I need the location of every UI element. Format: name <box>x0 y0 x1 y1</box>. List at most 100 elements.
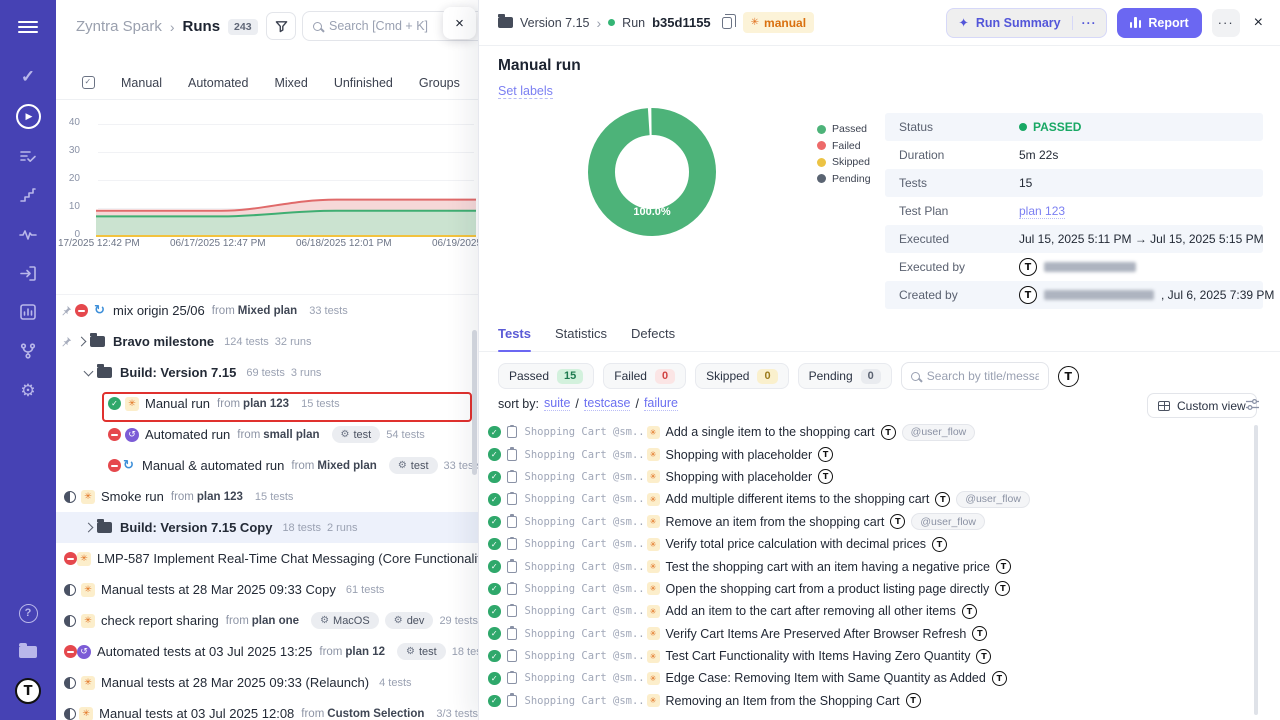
test-case-row[interactable]: ✓Shopping Cart @sm...✳Test the shopping … <box>479 555 1280 577</box>
tab-manual[interactable]: Manual <box>121 76 162 90</box>
chevron-right-icon[interactable] <box>77 337 87 347</box>
test-case-row[interactable]: ✓Shopping Cart @sm...✳Edge Case: Removin… <box>479 667 1280 689</box>
run-row[interactable]: ✳ Manual tests at 28 Mar 2025 09:33 Copy… <box>56 574 478 605</box>
tab-mixed[interactable]: Mixed <box>274 76 307 90</box>
run-title: Manual tests at 28 Mar 2025 09:33 (Relau… <box>101 675 369 690</box>
test-case-row[interactable]: ✓Shopping Cart @sm...✳Open the shopping … <box>479 578 1280 600</box>
run-summary-more[interactable]: ··· <box>1072 16 1106 30</box>
assignee-avatar[interactable]: T <box>995 581 1010 596</box>
list-check-icon[interactable] <box>0 141 56 171</box>
assignee-avatar[interactable]: T <box>818 469 833 484</box>
test-case-row[interactable]: ✓Shopping Cart @sm...✳Verify total price… <box>479 533 1280 555</box>
test-case-row[interactable]: ✓Shopping Cart @sm...✳Test Cart Function… <box>479 645 1280 667</box>
status-in-progress-icon <box>64 584 76 596</box>
test-case-row[interactable]: ✓Shopping Cart @sm...✳Verify Cart Items … <box>479 623 1280 645</box>
milestones-steps-icon[interactable] <box>0 180 56 210</box>
set-labels-link[interactable]: Set labels <box>498 84 553 99</box>
manual-run-icon: ✳ <box>81 676 95 690</box>
copy-icon[interactable] <box>722 17 732 29</box>
tests-search-input[interactable] <box>927 369 1039 383</box>
run-row[interactable]: ↻ mix origin 25/06 from Mixed plan 33 te… <box>56 295 478 326</box>
settings-gear-icon[interactable]: ⚙ <box>0 376 56 406</box>
test-title: Verify Cart Items Are Preserved After Br… <box>666 627 967 641</box>
assignee-avatar[interactable]: T <box>935 492 950 507</box>
tab-unfinished[interactable]: Unfinished <box>334 76 393 90</box>
activity-pulse-icon[interactable] <box>0 219 56 249</box>
testlist-scrollbar[interactable] <box>1254 425 1258 715</box>
test-plan-link[interactable]: plan 123 <box>1019 204 1065 219</box>
run-row[interactable]: ✳ Manual tests at 03 Jul 2025 12:08 from… <box>56 698 478 720</box>
assignee-avatar[interactable]: T <box>976 649 991 664</box>
filter-passed[interactable]: Passed15 <box>498 363 594 389</box>
play-circle-icon[interactable]: ▶ <box>0 101 56 131</box>
run-summary-button[interactable]: ✦Run Summary ··· <box>946 8 1106 38</box>
chevron-down-icon[interactable] <box>84 366 94 376</box>
test-runs-exit-icon[interactable] <box>0 258 56 288</box>
folder-row[interactable]: Bravo milestone 124 tests 32 runs <box>56 326 478 357</box>
test-case-row[interactable]: ✓Shopping Cart @sm...✳Remove an item fro… <box>479 511 1280 533</box>
assignee-avatar[interactable]: T <box>932 537 947 552</box>
gear-icon: ⚙ <box>394 615 403 626</box>
filter-pending[interactable]: Pending0 <box>798 363 892 389</box>
run-row[interactable]: ✳ LMP-587 Implement Real-Time Chat Messa… <box>56 543 478 574</box>
assignee-avatar[interactable]: T <box>906 693 921 708</box>
project-name[interactable]: Zyntra Spark <box>76 18 162 35</box>
filter-button[interactable] <box>266 12 296 40</box>
sort-by-suite[interactable]: suite <box>544 396 570 411</box>
assignee-avatar[interactable]: T <box>890 514 905 529</box>
assignee-filter-avatar[interactable]: T <box>1058 366 1079 387</box>
assignee-avatar[interactable]: T <box>818 447 833 462</box>
test-case-row[interactable]: ✓Shopping Cart @sm...✳Add an item to the… <box>479 600 1280 622</box>
checkmark-icon[interactable]: ✓ <box>0 62 56 92</box>
test-case-row[interactable]: ✓Shopping Cart @sm...✳Shopping with plac… <box>479 466 1280 488</box>
folder-row[interactable]: Build: Version 7.15 69 tests 3 runs <box>56 357 478 388</box>
test-case-row[interactable]: ✓Shopping Cart @sm...✳Removing an Item f… <box>479 690 1280 712</box>
run-row[interactable]: ↺ Automated run from small plan ⚙test 54… <box>56 419 478 450</box>
test-title: Removing an Item from the Shopping Cart <box>666 694 900 708</box>
test-case-row[interactable]: ✓Shopping Cart @sm...✳Shopping with plac… <box>479 443 1280 465</box>
branch-icon[interactable] <box>0 336 56 366</box>
run-row[interactable]: ↺ Automated tests at 03 Jul 2025 13:25 f… <box>56 636 478 667</box>
assignee-avatar[interactable]: T <box>962 604 977 619</box>
chevron-right-icon[interactable] <box>84 523 94 533</box>
tab-groups[interactable]: Groups <box>419 76 460 90</box>
folder-row-highlighted[interactable]: Build: Version 7.15 Copy 18 tests 2 runs <box>56 512 478 543</box>
user-avatar[interactable]: T <box>0 676 56 706</box>
select-all-icon[interactable] <box>82 76 95 89</box>
close-button[interactable]: × <box>1250 14 1267 32</box>
manual-icon: ✳ <box>647 493 660 506</box>
run-row[interactable]: ↻ Manual & automated run from Mixed plan… <box>56 450 478 481</box>
tab-defects[interactable]: Defects <box>631 326 675 351</box>
run-row[interactable]: ✳ Manual tests at 28 Mar 2025 09:33 (Rel… <box>56 667 478 698</box>
test-case-row[interactable]: ✓Shopping Cart @sm...✳Add multiple diffe… <box>479 488 1280 510</box>
menu-icon[interactable] <box>0 12 56 42</box>
assignee-avatar[interactable]: T <box>972 626 987 641</box>
drawer-scrollbar[interactable] <box>472 330 477 475</box>
sliders-icon[interactable] <box>1245 398 1260 411</box>
sort-by-failure[interactable]: failure <box>644 396 678 411</box>
assignee-avatar[interactable]: T <box>992 671 1007 686</box>
crumb-folder[interactable]: Version 7.15 <box>520 16 590 30</box>
automated-run-icon: ↺ <box>77 645 91 659</box>
run-row-selected[interactable]: ✓ ✳ Manual run from plan 123 15 tests <box>56 388 478 419</box>
reports-chart-icon[interactable] <box>0 297 56 327</box>
test-case-row[interactable]: ✓Shopping Cart @sm...✳Add a single item … <box>479 421 1280 443</box>
filter-skipped[interactable]: Skipped0 <box>695 363 789 389</box>
tab-statistics[interactable]: Statistics <box>555 326 607 351</box>
projects-folder-icon[interactable] <box>0 637 56 667</box>
more-button[interactable]: ··· <box>1212 9 1240 37</box>
gear-icon: ⚙ <box>320 615 329 626</box>
run-row[interactable]: ✳ check report sharing from plan one ⚙Ma… <box>56 605 478 636</box>
filter-failed[interactable]: Failed0 <box>603 363 686 389</box>
manual-icon: ✳ <box>647 605 660 618</box>
assignee-avatar[interactable]: T <box>996 559 1011 574</box>
drawer-close-button[interactable]: × <box>443 7 476 39</box>
run-row[interactable]: ✳ Smoke run from plan 123 15 tests <box>56 481 478 512</box>
report-button[interactable]: Report <box>1117 8 1202 38</box>
custom-view-button[interactable]: Custom view <box>1147 393 1257 418</box>
sort-by-testcase[interactable]: testcase <box>584 396 631 411</box>
help-icon[interactable]: ? <box>0 598 56 628</box>
tab-automated[interactable]: Automated <box>188 76 248 90</box>
assignee-avatar[interactable]: T <box>881 425 896 440</box>
tab-tests[interactable]: Tests <box>498 326 531 351</box>
